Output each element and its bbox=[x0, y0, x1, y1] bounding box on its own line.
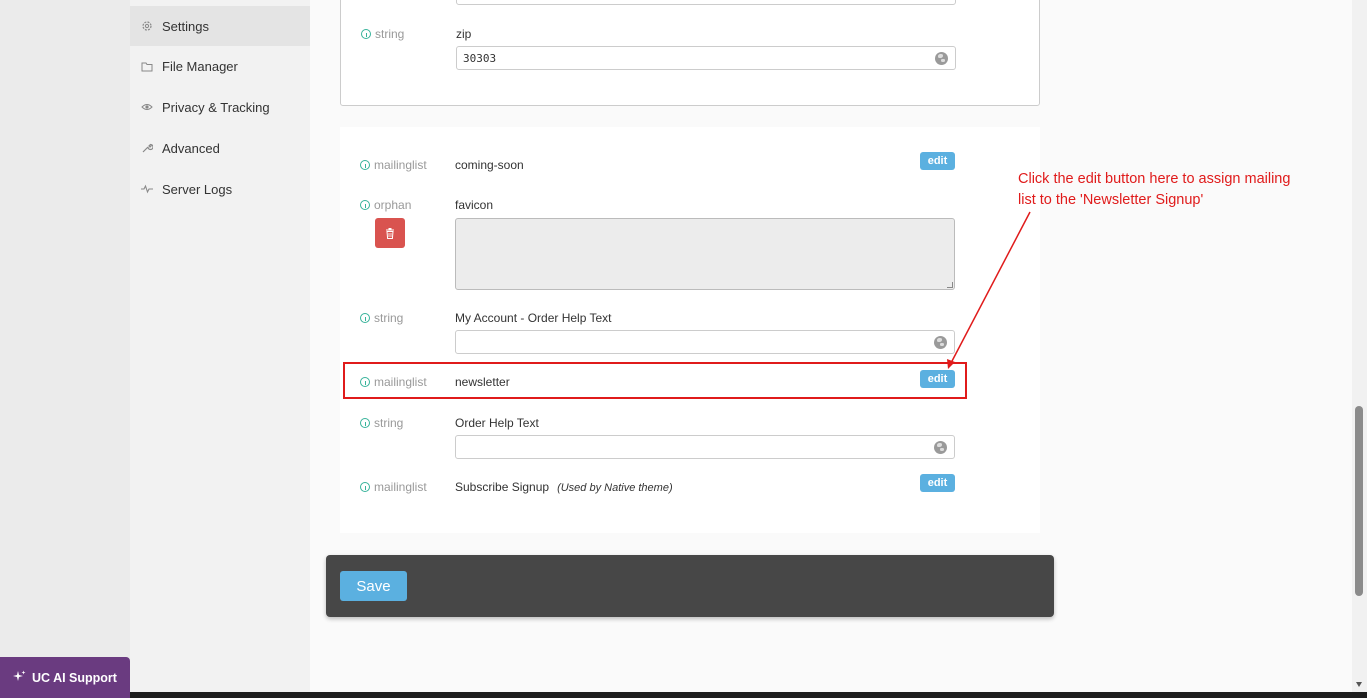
scroll-thumb[interactable] bbox=[1355, 406, 1363, 596]
ai-support-button[interactable]: UC AI Support bbox=[0, 657, 130, 698]
ai-support-label: UC AI Support bbox=[32, 670, 117, 685]
scroll-down-arrow-icon[interactable] bbox=[1356, 682, 1362, 687]
sparkle-icon bbox=[13, 670, 26, 686]
save-bar: Save bbox=[326, 555, 1054, 617]
save-button[interactable]: Save bbox=[340, 571, 407, 601]
scrollbar[interactable] bbox=[1352, 0, 1367, 692]
bottom-bar bbox=[130, 692, 1367, 698]
